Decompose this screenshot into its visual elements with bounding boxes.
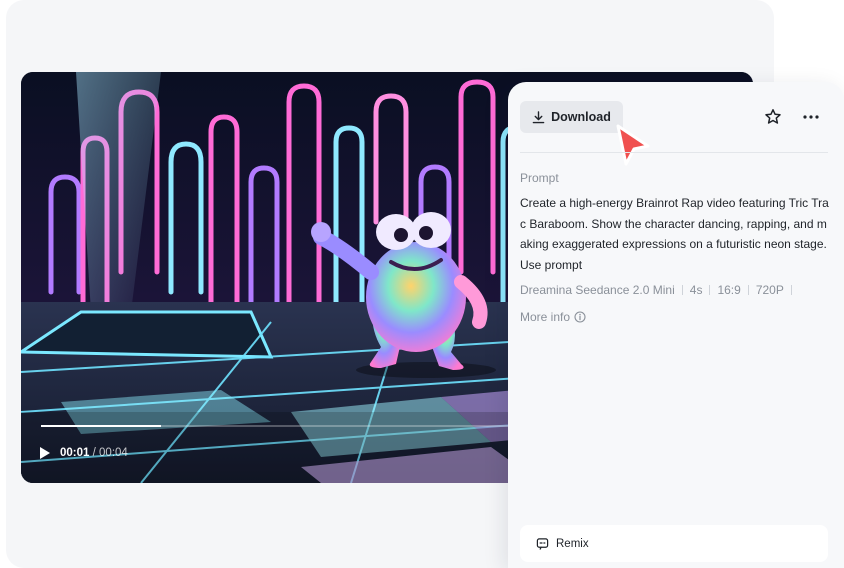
progress-bar[interactable] bbox=[41, 425, 521, 427]
more-horizontal-icon[interactable] bbox=[802, 108, 820, 126]
download-icon bbox=[532, 110, 545, 123]
remix-label: Remix bbox=[556, 537, 589, 550]
cursor-pointer-icon bbox=[616, 124, 650, 166]
meta-duration: 4s bbox=[689, 283, 703, 297]
total-time: 00:04 bbox=[99, 447, 128, 459]
time-separator: / bbox=[92, 447, 96, 459]
meta-divider bbox=[709, 285, 711, 295]
meta-divider bbox=[790, 285, 792, 295]
more-info-label: More info bbox=[520, 310, 571, 324]
remix-icon bbox=[536, 538, 549, 550]
progress-fill bbox=[41, 425, 161, 427]
divider bbox=[520, 152, 828, 153]
star-outline-icon[interactable] bbox=[764, 108, 782, 126]
details-panel: Download Prompt Create a high-energy Bra… bbox=[508, 82, 844, 568]
current-time: 00:01 bbox=[60, 447, 90, 459]
meta-divider bbox=[681, 285, 683, 295]
info-circle-icon bbox=[574, 311, 586, 323]
meta-model: Dreamina Seedance 2.0 Mini bbox=[520, 283, 675, 297]
meta-aspect-ratio: 16:9 bbox=[717, 283, 741, 297]
remix-button[interactable]: Remix bbox=[520, 525, 828, 562]
prompt-text: Create a high-energy Brainrot Rap video … bbox=[520, 196, 829, 272]
download-label: Download bbox=[551, 110, 611, 124]
download-button[interactable]: Download bbox=[520, 101, 623, 133]
play-icon[interactable] bbox=[40, 447, 52, 459]
prompt-label: Prompt bbox=[520, 171, 559, 185]
meta-resolution: 720P bbox=[755, 283, 784, 297]
playback-controls: 00:01 / 00:04 bbox=[40, 443, 128, 463]
meta-divider bbox=[747, 285, 749, 295]
generation-meta: Dreamina Seedance 2.0 Mini 4s 16:9 720P bbox=[520, 283, 799, 297]
more-info-link[interactable]: More info bbox=[520, 310, 586, 324]
